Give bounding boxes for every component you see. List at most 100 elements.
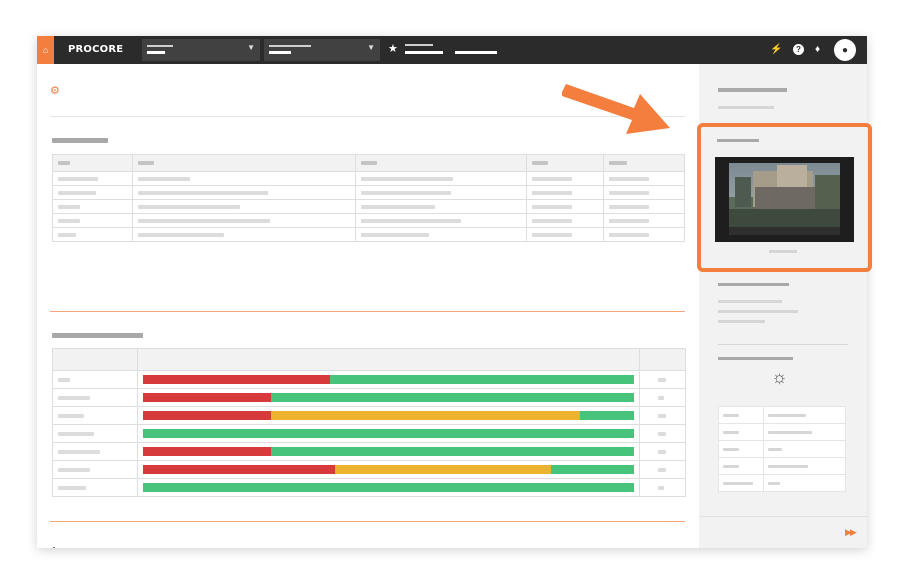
status-bar-red-segment (143, 447, 272, 456)
highlight-box (697, 123, 872, 272)
project-picker-value (269, 51, 291, 54)
status-row-value (639, 370, 686, 389)
status-table (51, 348, 686, 497)
table-row[interactable] (52, 171, 685, 186)
column-header[interactable] (137, 348, 641, 371)
status-row[interactable] (51, 424, 686, 443)
plug-icon[interactable]: ⚡ (770, 43, 782, 57)
user-avatar[interactable]: ● (834, 39, 856, 61)
tool-name[interactable] (455, 51, 497, 54)
status-row-label (51, 478, 139, 497)
gear-icon[interactable]: ⚙ (50, 84, 60, 97)
status-row-value (639, 424, 686, 443)
company-picker-label (147, 45, 173, 47)
sidebar-line (718, 320, 765, 323)
status-row-label (51, 370, 139, 389)
status-row-label (51, 388, 139, 407)
column-header[interactable] (52, 154, 133, 172)
table-row[interactable] (52, 199, 685, 214)
status-bar (143, 411, 635, 420)
fast-forward-icon[interactable]: ▶▶ (845, 527, 857, 538)
status-bar (143, 483, 635, 492)
sidebar-title (718, 88, 787, 92)
user-icon: ● (841, 44, 849, 56)
weather-row (718, 457, 846, 475)
table-row[interactable] (52, 227, 685, 242)
arrow-icon (562, 84, 670, 134)
column-header[interactable] (354, 154, 528, 172)
status-row[interactable] (51, 406, 686, 425)
status-bar-cell (137, 460, 641, 479)
status-bar-cell (137, 442, 641, 461)
status-bar-red-segment (143, 465, 335, 474)
help-icon[interactable]: ? (793, 44, 804, 55)
weather-row (718, 406, 846, 424)
status-row[interactable] (51, 442, 686, 461)
table-row[interactable] (52, 185, 685, 200)
column-header[interactable] (131, 154, 356, 172)
top-navigation-bar: ⌂ PROCORE ▼ ▼ ★ ⚡ ? ♦ ● (37, 36, 867, 64)
status-row[interactable] (51, 370, 686, 389)
status-bar-green-segment (143, 483, 635, 492)
status-bar (143, 393, 635, 402)
weather-row (718, 423, 846, 441)
table-header-row (51, 348, 686, 371)
sidebar-section-title (718, 283, 789, 286)
home-button[interactable]: ⌂ (37, 36, 54, 64)
status-row-label (51, 460, 139, 479)
sidebar-line (718, 310, 798, 313)
star-icon[interactable]: ★ (388, 42, 398, 55)
table-row[interactable] (52, 213, 685, 228)
column-header[interactable] (526, 154, 605, 172)
status-row-label (51, 424, 139, 443)
status-row[interactable] (51, 460, 686, 479)
chevron-right-icon[interactable]: › (52, 540, 59, 548)
status-row[interactable] (51, 388, 686, 407)
status-bar-yellow-segment (271, 411, 581, 420)
status-bar-yellow-segment (334, 465, 551, 474)
status-bar-red-segment (143, 375, 330, 384)
sidebar-line (718, 300, 782, 303)
bell-icon[interactable]: ♦ (815, 43, 820, 57)
weather-table (718, 406, 846, 492)
column-header[interactable] (639, 348, 686, 371)
favorites-value[interactable] (405, 51, 443, 54)
status-row[interactable] (51, 478, 686, 497)
chevron-down-icon: ▼ (367, 43, 375, 52)
status-bar-cell (137, 406, 641, 425)
status-bar-green-segment (271, 447, 635, 456)
status-row-label (51, 406, 139, 425)
status-row-value (639, 442, 686, 461)
sidebar-divider (718, 344, 848, 345)
favorites-label (405, 44, 433, 46)
section-divider (50, 521, 685, 522)
status-bar (143, 447, 635, 456)
company-picker[interactable]: ▼ (142, 39, 260, 61)
sidebar-footer-divider (699, 516, 867, 517)
project-picker[interactable]: ▼ (264, 39, 380, 61)
section-divider (50, 311, 685, 312)
status-bar-green-segment (271, 393, 635, 402)
details-table (52, 154, 685, 242)
column-header[interactable] (51, 348, 139, 371)
procore-logo[interactable]: PROCORE (68, 44, 123, 55)
status-row-label (51, 442, 139, 461)
status-bar-green-segment (143, 429, 635, 438)
column-header[interactable] (603, 154, 685, 172)
status-bar (143, 375, 635, 384)
app-window: ⌂ PROCORE ▼ ▼ ★ ⚡ ? ♦ ● ⚙ ☼ ▶▶ (37, 36, 867, 548)
status-bar-cell (137, 388, 641, 407)
status-row-value (639, 460, 686, 479)
project-picker-label (269, 45, 311, 47)
status-bar-cell (137, 478, 641, 497)
section-title (52, 333, 143, 338)
status-bar-green-segment (580, 411, 635, 420)
sidebar-subtitle (718, 106, 774, 109)
chevron-down-icon: ▼ (247, 43, 255, 52)
weather-row (718, 440, 846, 458)
home-icon: ⌂ (42, 45, 49, 55)
status-row-value (639, 388, 686, 407)
status-row-value (639, 406, 686, 425)
weather-row (718, 474, 846, 492)
status-bar-red-segment (143, 411, 272, 420)
